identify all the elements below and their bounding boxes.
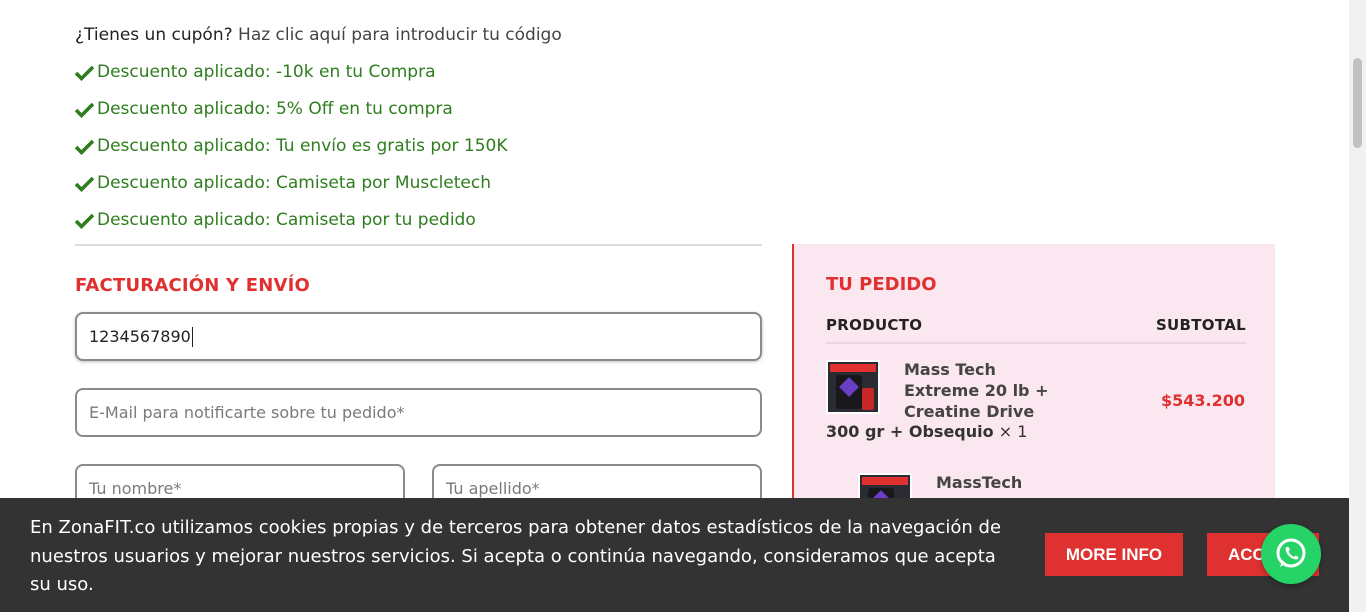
section-divider <box>75 244 762 246</box>
scrollbar-thumb[interactable] <box>1353 58 1362 148</box>
header-divider <box>826 342 1246 344</box>
discount-notice-text: Descuento aplicado: 5% Off en tu compra <box>97 99 453 119</box>
check-icon <box>75 176 94 192</box>
product-name: Mass Tech Extreme 20 lb + Creatine Drive <box>904 360 1049 421</box>
column-product: PRODUCTO <box>826 316 923 334</box>
email-input[interactable]: E-Mail para notificarte sobre tu pedido* <box>75 388 762 437</box>
email-input-placeholder: E-Mail para notificarte sobre tu pedido* <box>89 403 405 422</box>
discount-notices: Descuento aplicado: -10k en tu Compra De… <box>75 62 508 247</box>
cookie-banner: En ZonaFIT.co utilizamos cookies propias… <box>0 498 1349 612</box>
billing-title: FACTURACIÓN Y ENVÍO <box>75 275 310 296</box>
cookie-text: En ZonaFIT.co utilizamos cookies propias… <box>30 517 1002 595</box>
product-name: MassTech <box>936 473 1023 492</box>
check-icon <box>75 65 94 81</box>
column-subtotal: SUBTOTAL <box>1155 316 1246 334</box>
discount-notice: Descuento aplicado: -10k en tu Compra <box>75 62 508 99</box>
page-scrollbar[interactable] <box>1349 0 1366 612</box>
check-icon <box>75 139 94 155</box>
coupon-prompt: ¿Tienes un cupón? Haz clic aquí para int… <box>75 25 562 45</box>
check-icon <box>75 213 94 229</box>
order-title: TU PEDIDO <box>826 274 937 295</box>
product-name-tail: 300 gr + Obsequio × 1 <box>826 422 1027 442</box>
phone-input-value: 1234567890 <box>89 327 191 346</box>
text-caret <box>191 326 193 347</box>
discount-notice: Descuento aplicado: Camiseta por tu pedi… <box>75 210 508 247</box>
discount-notice: Descuento aplicado: Camiseta por Musclet… <box>75 173 508 210</box>
discount-notice: Descuento aplicado: Tu envío es gratis p… <box>75 136 508 173</box>
checkout-page: ¿Tienes un cupón? Haz clic aquí para int… <box>0 0 1366 612</box>
order-table-header: PRODUCTO SUBTOTAL <box>826 316 1246 334</box>
discount-notice-text: Descuento aplicado: Camiseta por Musclet… <box>97 173 492 193</box>
product-image <box>826 360 880 414</box>
product-subtotal: $543.200 <box>1160 391 1245 410</box>
coupon-question: ¿Tienes un cupón? <box>75 25 233 45</box>
check-icon <box>75 102 94 118</box>
discount-notice: Descuento aplicado: 5% Off en tu compra <box>75 99 508 136</box>
whatsapp-button[interactable] <box>1261 524 1321 584</box>
coupon-link[interactable]: Haz clic aquí para introducir tu código <box>238 25 562 45</box>
discount-notice-text: Descuento aplicado: -10k en tu Compra <box>97 62 436 82</box>
product-name-tail-text: 300 gr + Obsequio <box>826 422 994 441</box>
product-quantity: × 1 <box>998 422 1028 441</box>
first-name-placeholder: Tu nombre* <box>89 479 182 498</box>
whatsapp-icon <box>1276 538 1306 568</box>
discount-notice-text: Descuento aplicado: Camiseta por tu pedi… <box>97 210 476 230</box>
more-info-button[interactable]: MORE INFO <box>1045 533 1183 576</box>
phone-input[interactable]: 1234567890 <box>75 312 762 361</box>
discount-notice-text: Descuento aplicado: Tu envío es gratis p… <box>97 136 508 156</box>
last-name-placeholder: Tu apellido* <box>446 479 540 498</box>
